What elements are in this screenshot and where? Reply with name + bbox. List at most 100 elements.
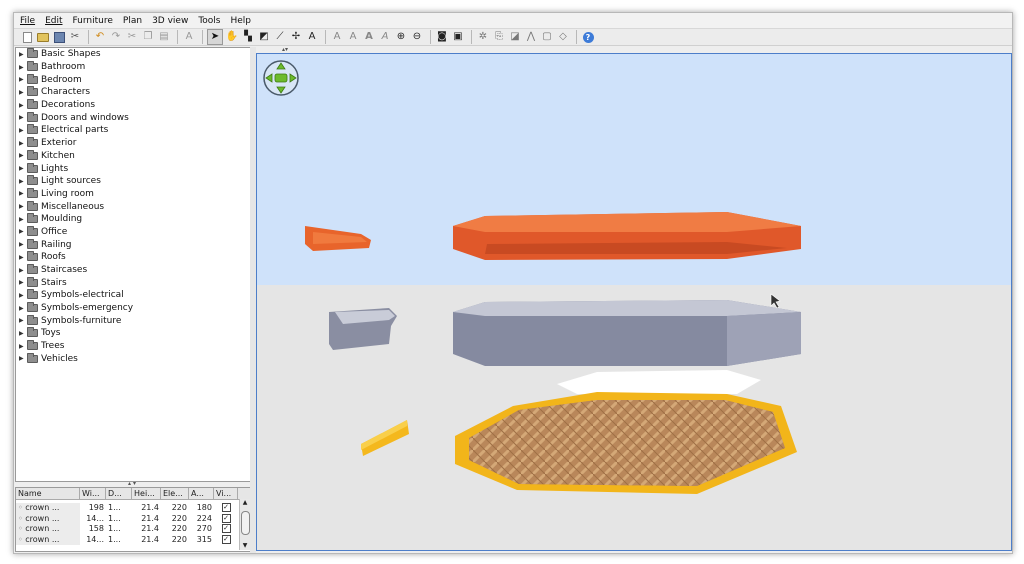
furniture-catalog-tree[interactable]: ▶ Basic Shapes ▶ Bathroom ▶ Bedroom ▶ Character… xyxy=(15,47,251,482)
expand-arrow-icon[interactable]: ▶ xyxy=(19,152,27,159)
expand-arrow-icon[interactable]: ▶ xyxy=(19,216,27,223)
expand-arrow-icon[interactable]: ▶ xyxy=(19,228,27,235)
scroll-down-icon[interactable]: ▼ xyxy=(240,542,250,550)
import-texture-button[interactable]: ◪ xyxy=(508,30,522,44)
column-elevation[interactable]: Ele... xyxy=(161,488,189,499)
preferences-button[interactable]: ✂ xyxy=(68,30,82,44)
expand-arrow-icon[interactable]: ▶ xyxy=(19,165,27,172)
catalog-category[interactable]: ▶ Symbols-emergency xyxy=(16,302,250,315)
open-button[interactable] xyxy=(36,30,50,44)
catalog-category[interactable]: ▶ Moulding xyxy=(16,213,250,226)
visible-checkbox[interactable]: ✓ xyxy=(221,524,231,533)
expand-arrow-icon[interactable]: ▶ xyxy=(19,76,27,83)
expand-arrow-icon[interactable]: ▶ xyxy=(19,89,27,96)
roof-button[interactable]: ⋀ xyxy=(524,30,538,44)
background-image-button[interactable]: ▢ xyxy=(540,30,554,44)
undo-button[interactable]: ↶ xyxy=(93,30,107,44)
expand-arrow-icon[interactable]: ▶ xyxy=(19,254,27,261)
create-rooms-button[interactable]: ◩ xyxy=(257,30,271,44)
catalog-category[interactable]: ▶ Office xyxy=(16,225,250,239)
expand-arrow-icon[interactable]: ▶ xyxy=(19,114,27,121)
expand-arrow-icon[interactable]: ▶ xyxy=(19,292,27,299)
scroll-up-icon[interactable]: ▲ xyxy=(240,499,250,507)
expand-arrow-icon[interactable]: ▶ xyxy=(19,127,27,134)
expand-arrow-icon[interactable]: ▶ xyxy=(19,330,27,337)
pan-mode-button[interactable]: ✋ xyxy=(225,30,239,44)
furniture-table[interactable]: Name Wi... D... Hei... Ele... A... Vi...… xyxy=(15,487,251,552)
catalog-category[interactable]: ▶ Bedroom xyxy=(16,73,250,86)
zoom-out-button[interactable]: ⊖ xyxy=(410,30,424,44)
import-furniture-button[interactable]: ✲ xyxy=(476,30,490,44)
3d-navigation-compass[interactable] xyxy=(262,59,300,97)
column-angle[interactable]: A... xyxy=(189,488,214,499)
column-name[interactable]: Name xyxy=(16,488,80,499)
redo-button[interactable]: ↷ xyxy=(109,30,123,44)
horizontal-splitter[interactable]: ▴ ▾ xyxy=(14,480,250,487)
column-width[interactable]: Wi... xyxy=(80,488,106,499)
catalog-category[interactable]: ▶ Lights xyxy=(16,162,250,175)
table-row[interactable]: ◦ crown ... 14... 1... 21.4 220 224 ✓ xyxy=(16,513,250,524)
save-button[interactable] xyxy=(52,30,66,44)
expand-arrow-icon[interactable]: ▶ xyxy=(19,355,27,362)
catalog-category[interactable]: ▶ Symbols-furniture xyxy=(16,314,250,327)
catalog-category[interactable]: ▶ Symbols-electrical xyxy=(16,289,250,302)
add-furniture-button[interactable]: A xyxy=(182,30,196,44)
italic-button[interactable]: A xyxy=(378,30,392,44)
table-row[interactable]: ◦ crown ... 198 1... 21.4 220 180 ✓ xyxy=(16,503,250,514)
menu-plan[interactable]: Plan xyxy=(117,16,146,26)
expand-arrow-icon[interactable]: ▶ xyxy=(19,140,27,147)
expand-arrow-icon[interactable]: ▶ xyxy=(19,317,27,324)
3d-view[interactable] xyxy=(256,53,1012,551)
menu-edit[interactable]: Edit xyxy=(39,16,66,26)
menu-tools[interactable]: Tools xyxy=(192,16,224,26)
new-home-button[interactable] xyxy=(20,30,34,44)
catalog-category[interactable]: ▶ Light sources xyxy=(16,175,250,188)
create-walls-button[interactable]: ▚ xyxy=(241,30,255,44)
add-text-button[interactable]: A xyxy=(305,30,319,44)
catalog-category[interactable]: ▶ Electrical parts xyxy=(16,124,250,137)
copy-button[interactable]: ❐ xyxy=(141,30,155,44)
catalog-category[interactable]: ▶ Stairs xyxy=(16,276,250,289)
create-video-button[interactable]: ▣ xyxy=(451,30,465,44)
catalog-category[interactable]: ▶ Decorations xyxy=(16,99,250,112)
expand-arrow-icon[interactable]: ▶ xyxy=(19,64,27,71)
plugin-button[interactable]: ◇ xyxy=(556,30,570,44)
catalog-category[interactable]: ▶ Toys xyxy=(16,327,250,340)
expand-arrow-icon[interactable]: ▶ xyxy=(19,305,27,312)
scroll-thumb[interactable] xyxy=(241,511,250,535)
catalog-category[interactable]: ▶ Basic Shapes xyxy=(16,48,250,61)
menu-help[interactable]: Help xyxy=(225,16,256,26)
catalog-category[interactable]: ▶ Railing xyxy=(16,238,250,251)
import-library-button[interactable]: ⎘ xyxy=(492,30,506,44)
expand-arrow-icon[interactable]: ▶ xyxy=(19,190,27,197)
catalog-category[interactable]: ▶ Characters xyxy=(16,86,250,99)
table-row[interactable]: ◦ crown ... 14... 1... 21.4 220 315 ✓ xyxy=(16,534,250,545)
catalog-category[interactable]: ▶ Doors and windows xyxy=(16,111,250,124)
expand-arrow-icon[interactable]: ▶ xyxy=(19,267,27,274)
help-button[interactable]: ? xyxy=(581,30,595,44)
catalog-category[interactable]: ▶ Bathroom xyxy=(16,61,250,74)
catalog-category[interactable]: ▶ Vehicles xyxy=(16,352,250,366)
menu-file[interactable]: File xyxy=(14,16,39,26)
create-polylines-button[interactable]: ⟋ xyxy=(273,30,287,44)
cut-button[interactable]: ✂ xyxy=(125,30,139,44)
create-photo-button[interactable]: ◙ xyxy=(435,30,449,44)
catalog-category[interactable]: ▶ Exterior xyxy=(16,137,250,150)
catalog-category[interactable]: ▶ Roofs xyxy=(16,251,250,264)
expand-arrow-icon[interactable]: ▶ xyxy=(19,51,27,58)
expand-arrow-icon[interactable]: ▶ xyxy=(19,343,27,350)
menu-3d-view[interactable]: 3D view xyxy=(146,16,192,26)
paste-button[interactable]: ▤ xyxy=(157,30,171,44)
catalog-category[interactable]: ▶ Kitchen xyxy=(16,149,250,163)
view-splitter-grip[interactable]: ▴▾ xyxy=(256,46,1010,53)
catalog-category[interactable]: ▶ Staircases xyxy=(16,264,250,277)
expand-arrow-icon[interactable]: ▶ xyxy=(19,203,27,210)
catalog-category[interactable]: ▶ Miscellaneous xyxy=(16,200,250,213)
select-mode-button[interactable]: ➤ xyxy=(207,29,223,45)
visible-checkbox[interactable]: ✓ xyxy=(221,513,231,523)
expand-arrow-icon[interactable]: ▶ xyxy=(19,241,27,248)
expand-arrow-icon[interactable]: ▶ xyxy=(19,279,27,286)
column-visible[interactable]: Vi... xyxy=(214,488,238,499)
table-scrollbar[interactable]: ▲ ▼ xyxy=(239,499,250,550)
expand-arrow-icon[interactable]: ▶ xyxy=(19,178,27,185)
